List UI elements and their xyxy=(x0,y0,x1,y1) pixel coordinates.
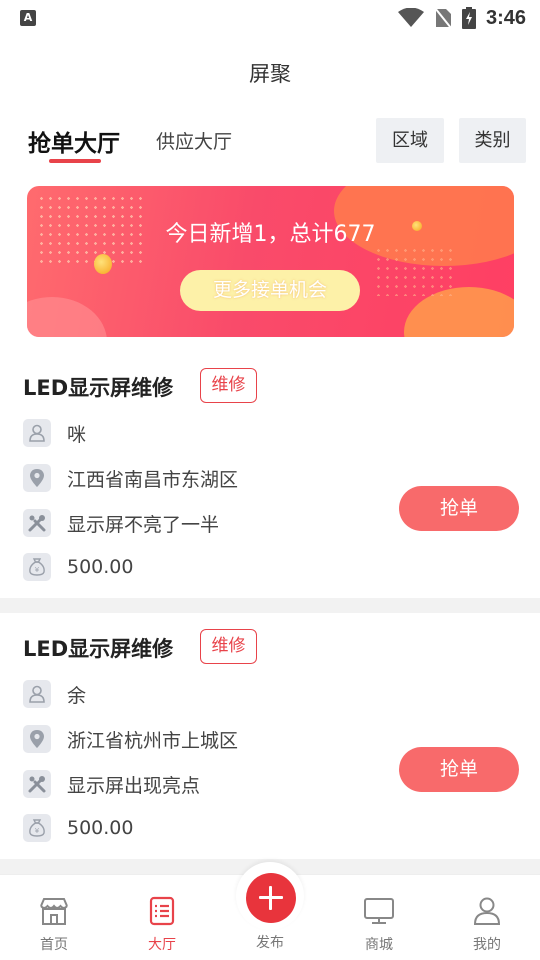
tools-icon xyxy=(23,509,51,537)
publish-plus-icon[interactable] xyxy=(246,873,296,923)
region-filter-button[interactable]: 区域 xyxy=(376,118,444,163)
order-price-row: ¥ 500.00 xyxy=(23,553,133,581)
location-pin-icon xyxy=(23,725,51,753)
order-address: 浙江省杭州市上城区 xyxy=(67,729,239,752)
nav-mine-label: 我的 xyxy=(473,937,501,953)
tab-grab-hall[interactable]: 抢单大厅 xyxy=(28,124,120,158)
order-price: 500.00 xyxy=(67,817,134,839)
order-contact: 余 xyxy=(67,684,87,707)
monitor-icon xyxy=(364,898,394,924)
status-time: 3:46 xyxy=(485,6,526,29)
money-bag-icon: ¥ xyxy=(23,814,51,842)
order-title: LED显示屏维修 xyxy=(23,637,174,661)
wifi-icon xyxy=(397,8,424,27)
nav-home[interactable]: 首页 xyxy=(14,875,94,960)
order-address-row: 浙江省杭州市上城区 xyxy=(23,725,238,753)
battery-charging-icon xyxy=(461,7,476,29)
more-orders-label: 更多接单机会 xyxy=(212,279,327,301)
page-title: 屏聚 xyxy=(249,62,291,86)
list-icon xyxy=(149,896,175,926)
category-filter-button[interactable]: 类别 xyxy=(459,118,526,163)
grab-order-button[interactable]: 抢单 xyxy=(399,747,519,792)
order-tag: 维修 xyxy=(200,368,257,403)
tools-icon xyxy=(23,770,51,798)
status-bar: A 3:46 xyxy=(0,0,540,36)
person-icon xyxy=(23,419,51,447)
nav-hall-label: 大厅 xyxy=(148,937,176,953)
order-contact-row: 咪 xyxy=(23,419,86,447)
store-icon xyxy=(40,898,68,925)
tab-supply-hall[interactable]: 供应大厅 xyxy=(156,127,232,154)
coin-icon xyxy=(94,254,112,274)
order-price: 500.00 xyxy=(67,556,134,578)
card-divider xyxy=(0,598,540,613)
order-issue: 显示屏出现亮点 xyxy=(67,774,201,797)
user-icon xyxy=(473,897,501,925)
order-card[interactable]: LED显示屏维修 维修 余 浙江省杭州市上城区 显示屏出现亮点 ¥ 500.00… xyxy=(0,613,540,859)
status-icons: 3:46 xyxy=(397,6,526,30)
order-card[interactable]: LED显示屏维修 维修 咪 江西省南昌市东湖区 显示屏不亮了一半 ¥ 500.0… xyxy=(0,352,540,598)
order-address-row: 江西省南昌市东湖区 xyxy=(23,464,238,492)
banner-dots xyxy=(374,246,454,296)
location-pin-icon xyxy=(23,464,51,492)
order-contact-row: 余 xyxy=(23,680,86,708)
banner-decoration xyxy=(27,297,107,337)
no-sim-icon xyxy=(434,7,452,29)
svg-text:¥: ¥ xyxy=(35,827,40,835)
order-issue-row: 显示屏出现亮点 xyxy=(23,770,200,798)
nav-mall[interactable]: 商城 xyxy=(339,875,419,960)
banner-stats-text: 今日新增1，总计677 xyxy=(165,222,376,247)
more-orders-button[interactable]: 更多接单机会 xyxy=(180,270,360,311)
order-title: LED显示屏维修 xyxy=(23,376,174,400)
nav-publish-label[interactable]: 发布 xyxy=(230,932,310,952)
person-icon xyxy=(23,680,51,708)
nav-mine[interactable]: 我的 xyxy=(447,875,527,960)
svg-text:¥: ¥ xyxy=(35,566,40,574)
order-address: 江西省南昌市东湖区 xyxy=(67,468,239,491)
order-tag: 维修 xyxy=(200,629,257,664)
grab-order-button[interactable]: 抢单 xyxy=(399,486,519,531)
order-price-row: ¥ 500.00 xyxy=(23,814,133,842)
promo-banner[interactable]: 今日新增1，总计677 更多接单机会 xyxy=(27,186,514,337)
money-bag-icon: ¥ xyxy=(23,553,51,581)
nav-mall-label: 商城 xyxy=(365,937,393,953)
order-issue: 显示屏不亮了一半 xyxy=(67,513,220,536)
notification-icon: A xyxy=(20,10,36,26)
nav-home-label: 首页 xyxy=(40,937,68,953)
active-tab-indicator xyxy=(49,159,101,163)
order-issue-row: 显示屏不亮了一半 xyxy=(23,509,219,537)
nav-hall[interactable]: 大厅 xyxy=(122,875,202,960)
order-contact: 咪 xyxy=(67,423,87,446)
